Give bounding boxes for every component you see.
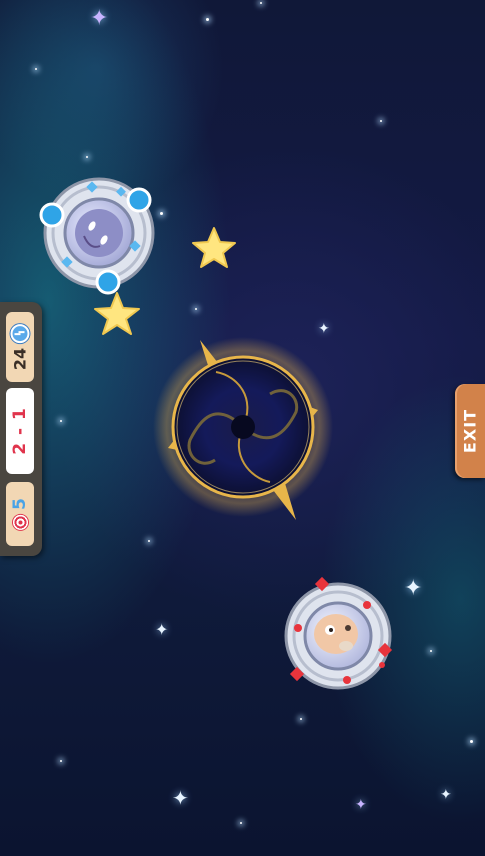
exit-button[interactable]: EXIT (455, 384, 485, 478)
target-icon (12, 514, 28, 530)
clock-icon (10, 323, 30, 343)
score-hud: 24 2 - 1 5 (0, 302, 42, 556)
timer-value: 24 (10, 347, 30, 371)
star-icon[interactable] (94, 292, 140, 335)
star-icon[interactable] (192, 227, 236, 268)
score-value: 2 - 1 (10, 407, 30, 455)
opponent-pod-red[interactable] (284, 576, 393, 690)
target-panel: 5 (6, 482, 34, 546)
game-stage[interactable]: ✦ ✦ ✦ ✦ ✦ ✦ ✦ 24 2 - 1 5 EXIT (0, 0, 485, 856)
timer-panel: 24 (6, 312, 34, 382)
score-panel: 2 - 1 (6, 388, 34, 474)
target-value: 5 (10, 498, 30, 510)
portal-black-hole (153, 337, 333, 520)
exit-label: EXIT (460, 408, 480, 454)
player-pod-blue[interactable] (39, 177, 155, 295)
